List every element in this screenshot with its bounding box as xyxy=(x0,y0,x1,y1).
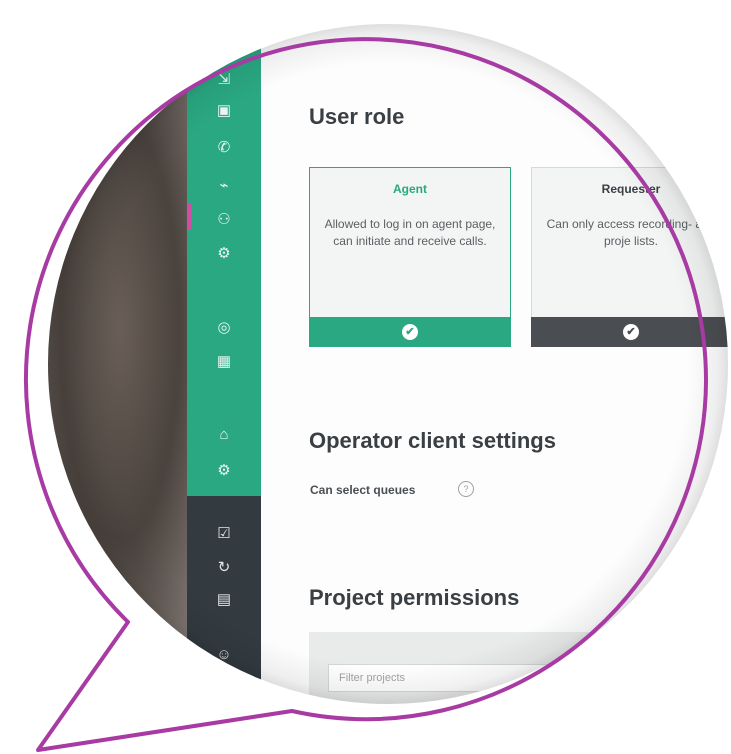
speech-bubble-border xyxy=(23,37,708,752)
speech-bubble-outline xyxy=(23,37,708,752)
